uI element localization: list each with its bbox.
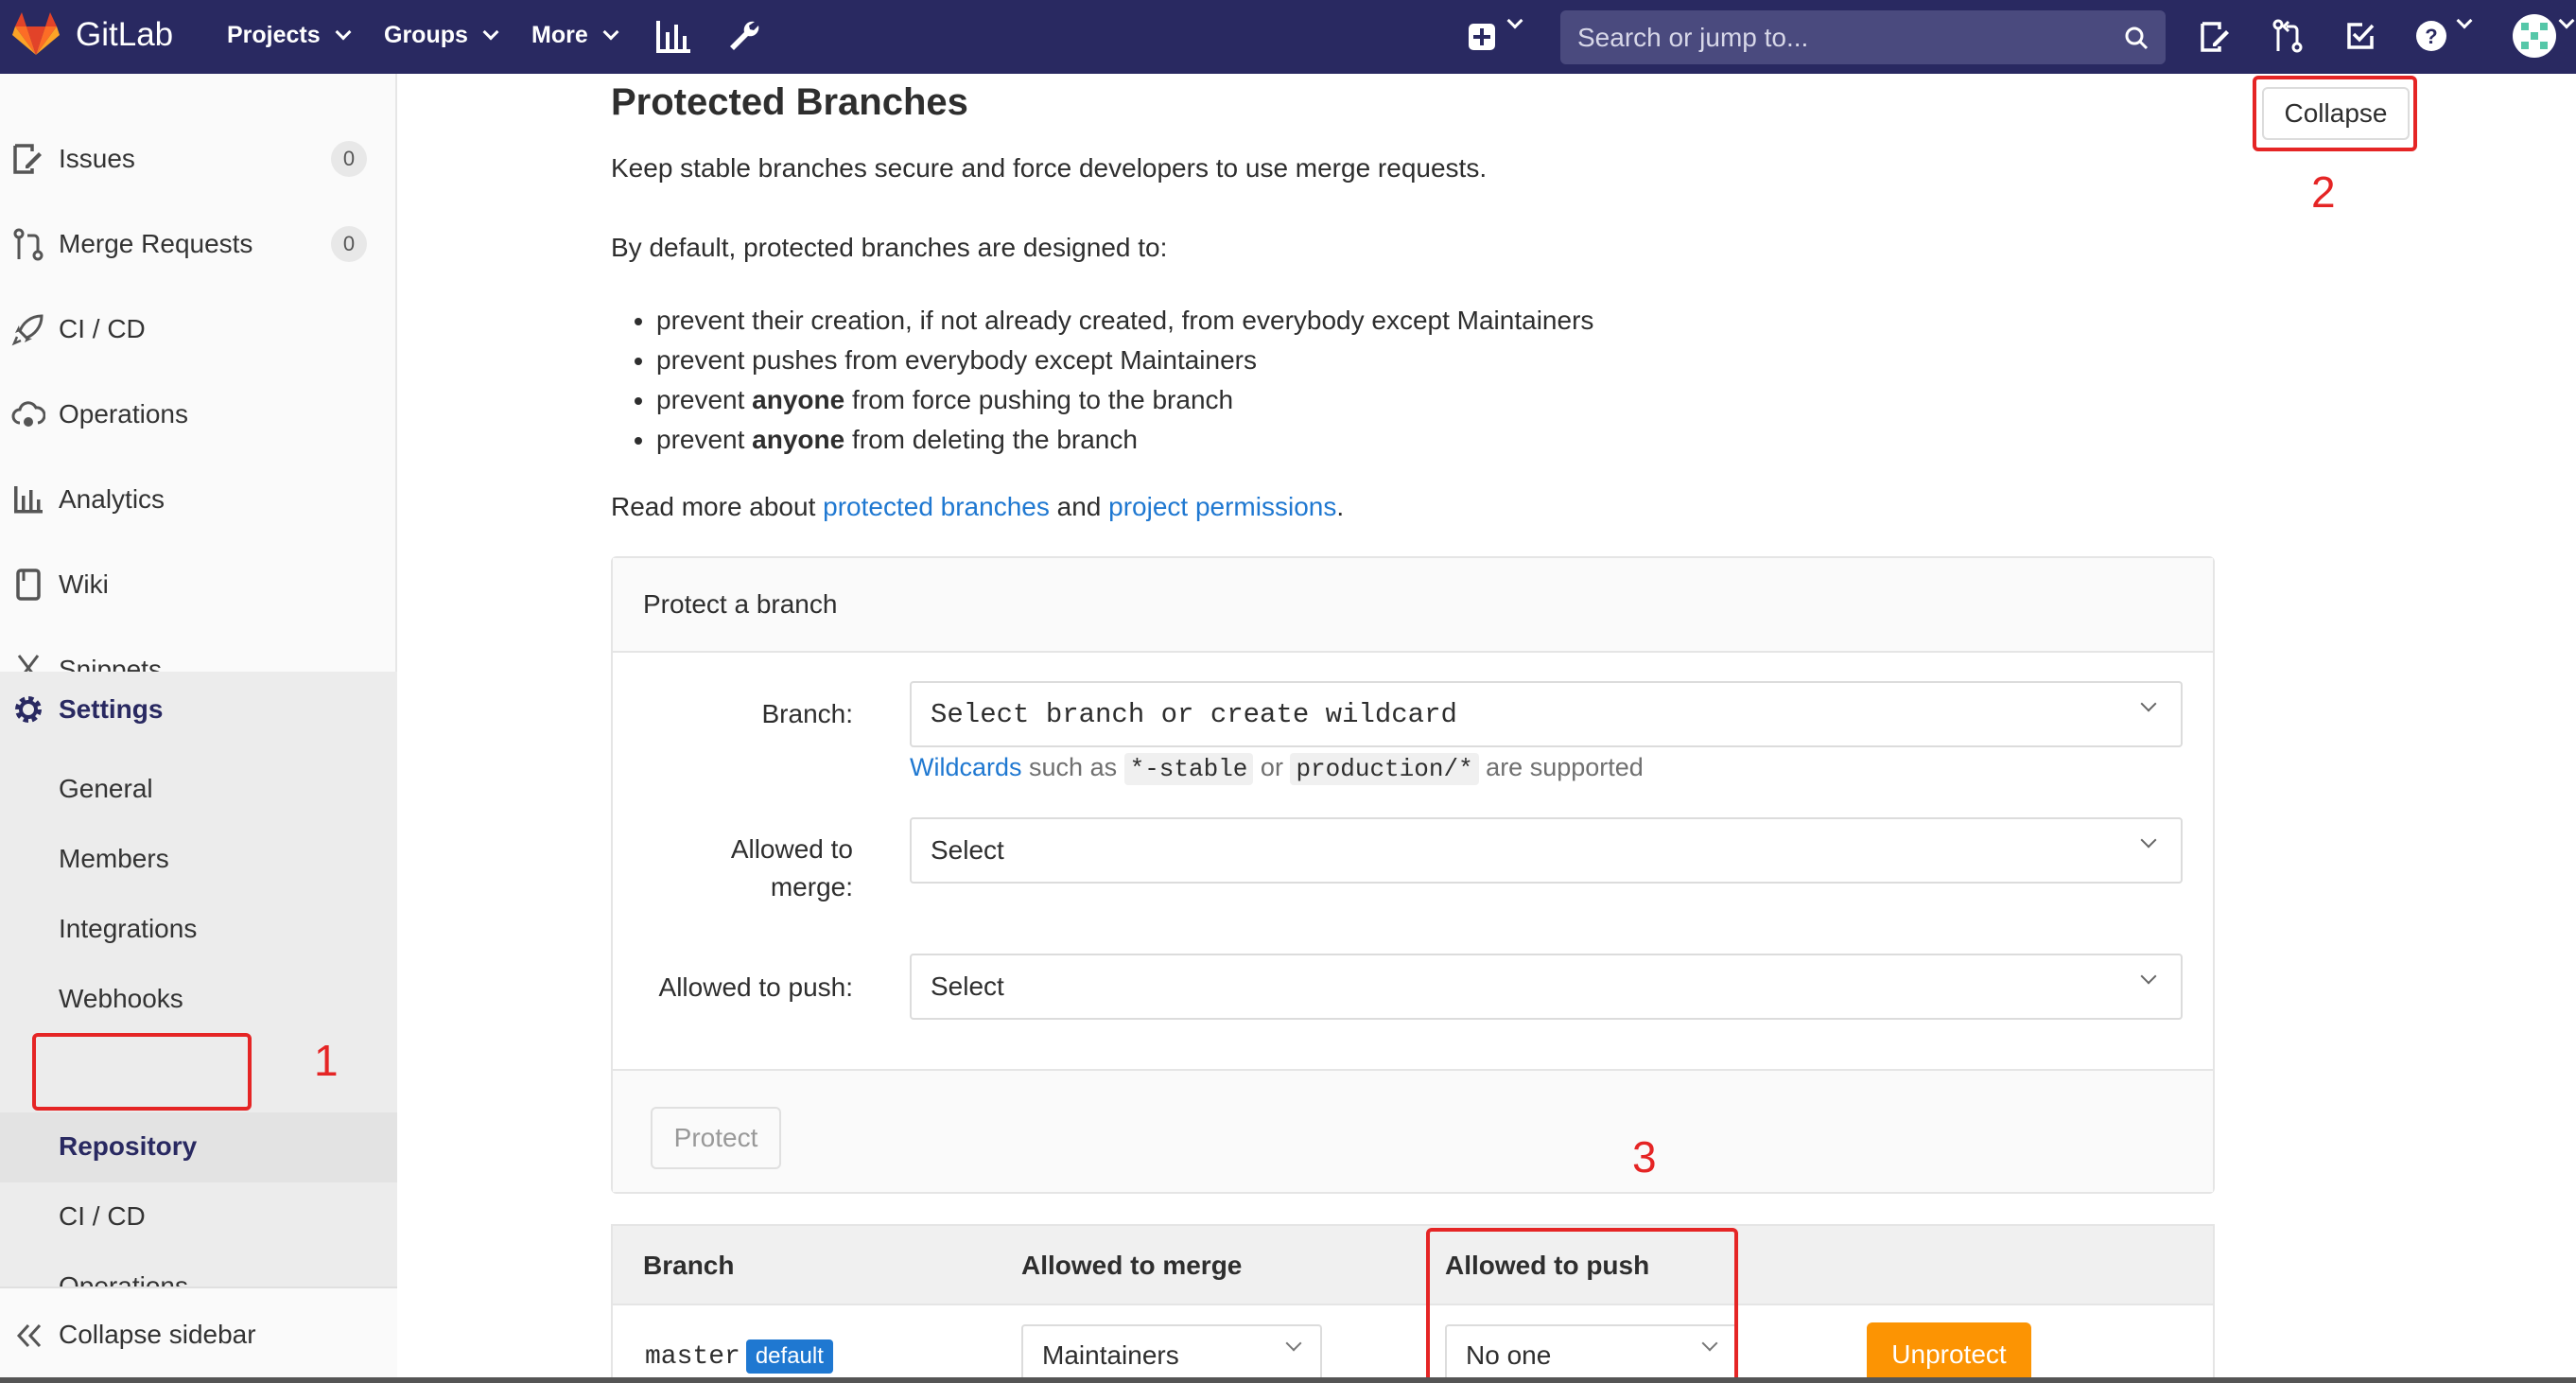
search-input[interactable] bbox=[1577, 22, 2107, 53]
sidebar-item-wiki[interactable]: Wiki bbox=[0, 547, 397, 622]
allowed-to-merge-select[interactable]: Select bbox=[910, 817, 2183, 884]
protection-rules-list: prevent their creation, if not already c… bbox=[656, 301, 1593, 460]
issues-icon bbox=[13, 144, 42, 174]
settings-webhooks-link[interactable]: Webhooks bbox=[59, 984, 183, 1014]
project-permissions-link[interactable]: project permissions bbox=[1108, 492, 1336, 521]
allowed-to-push-label: Allowed to push: bbox=[658, 972, 853, 1002]
collapse-sidebar-button[interactable]: Collapse sidebar bbox=[0, 1287, 397, 1381]
wildcard-hint: Wildcards such as *-stable or production… bbox=[910, 753, 1644, 785]
allowed-to-push-select[interactable]: Select bbox=[910, 954, 2183, 1020]
column-header-allowed-to-merge: Allowed to merge bbox=[1021, 1251, 1243, 1280]
row-allowed-to-merge-select[interactable]: Maintainers bbox=[1021, 1324, 1322, 1383]
chevron-down-icon bbox=[2140, 695, 2157, 712]
chevron-down-icon bbox=[482, 24, 499, 40]
chevron-down-icon bbox=[2558, 12, 2575, 29]
annotation-number-1: 1 bbox=[314, 1036, 339, 1085]
annotation-box-allowed-to-push bbox=[1426, 1228, 1738, 1383]
settings-repository-link[interactable]: Repository bbox=[59, 1131, 197, 1162]
activity-chart-icon[interactable] bbox=[654, 19, 692, 55]
column-header-branch: Branch bbox=[643, 1251, 735, 1280]
merge-request-icon bbox=[13, 228, 44, 261]
annotation-box-collapse bbox=[2253, 76, 2417, 151]
sidebar-item-operations[interactable]: Operations bbox=[0, 376, 397, 452]
annotation-box-repository bbox=[32, 1033, 252, 1111]
book-icon bbox=[16, 569, 41, 601]
sidebar-item-issues[interactable]: Issues 0 bbox=[0, 121, 397, 197]
page-title: Protected Branches bbox=[611, 81, 968, 123]
chevron-down-icon bbox=[2456, 12, 2473, 29]
chevron-down-icon bbox=[1285, 1335, 1302, 1352]
more-menu[interactable]: More bbox=[531, 22, 619, 49]
list-item: prevent pushes from everybody except Mai… bbox=[656, 341, 1593, 380]
branch-label: Branch: bbox=[761, 699, 854, 728]
help-icon[interactable]: ? bbox=[2415, 20, 2447, 52]
sidebar: Issues 0 Merge Requests 0 CI / CD Operat… bbox=[0, 74, 397, 1383]
chevron-down-icon bbox=[335, 24, 352, 40]
window-bottom-edge bbox=[0, 1377, 2576, 1383]
todos-nav-icon[interactable] bbox=[2345, 21, 2376, 51]
allowed-to-merge-label: Allowed to merge: bbox=[730, 834, 853, 902]
protected-branches-link[interactable]: protected branches bbox=[823, 492, 1050, 521]
projects-menu[interactable]: Projects bbox=[227, 22, 352, 49]
top-navbar: GitLab Projects Groups More ? bbox=[0, 0, 2576, 74]
user-dropdown-chevron[interactable] bbox=[2553, 12, 2575, 29]
gear-icon bbox=[15, 696, 42, 723]
branch-select[interactable]: Select branch or create wildcard bbox=[910, 681, 2183, 747]
card-footer bbox=[613, 1069, 2213, 1192]
protect-button[interactable]: Protect bbox=[651, 1107, 781, 1169]
annotation-number-3: 3 bbox=[1632, 1132, 1657, 1182]
search-box[interactable] bbox=[1560, 10, 2166, 64]
analytics-chart-icon bbox=[14, 486, 43, 514]
chevron-down-icon bbox=[1506, 12, 1523, 29]
sidebar-item-merge-requests[interactable]: Merge Requests 0 bbox=[0, 206, 397, 282]
chevron-down-icon bbox=[2140, 832, 2157, 849]
table-row: master default bbox=[645, 1339, 833, 1374]
sidebar-item-ci-cd[interactable]: CI / CD bbox=[0, 291, 397, 367]
unprotect-button[interactable]: Unprotect bbox=[1867, 1322, 2031, 1383]
sidebar-item-settings[interactable]: Settings bbox=[0, 672, 397, 747]
list-item: prevent anyone from force pushing to the… bbox=[656, 380, 1593, 420]
chevron-down-icon bbox=[602, 24, 619, 40]
read-more-text: Read more about protected branches and p… bbox=[611, 492, 1345, 521]
list-item: prevent anyone from deleting the branch bbox=[656, 420, 1593, 460]
issues-nav-icon[interactable] bbox=[2200, 21, 2230, 53]
rocket-icon bbox=[11, 314, 44, 346]
settings-integrations-link[interactable]: Integrations bbox=[59, 914, 197, 944]
cloud-gear-icon bbox=[11, 401, 45, 427]
settings-members-link[interactable]: Members bbox=[59, 844, 169, 874]
svg-text:?: ? bbox=[2425, 25, 2437, 48]
settings-section: Settings General Members Integrations We… bbox=[0, 672, 397, 1339]
settings-general-link[interactable]: General bbox=[59, 774, 153, 804]
admin-wrench-icon[interactable] bbox=[726, 18, 762, 54]
issues-count-badge: 0 bbox=[331, 141, 367, 177]
list-item: prevent their creation, if not already c… bbox=[656, 301, 1593, 341]
annotation-number-2: 2 bbox=[2311, 167, 2336, 217]
sidebar-item-analytics[interactable]: Analytics bbox=[0, 462, 397, 537]
plus-square-icon[interactable] bbox=[1468, 23, 1496, 51]
settings-ci-cd-link[interactable]: CI / CD bbox=[59, 1201, 146, 1232]
new-dropdown-chevron[interactable] bbox=[1502, 12, 1523, 29]
intro-text: Keep stable branches secure and force de… bbox=[611, 153, 1488, 183]
groups-menu[interactable]: Groups bbox=[384, 22, 499, 49]
branch-name: master bbox=[645, 1342, 740, 1372]
brand-name[interactable]: GitLab bbox=[76, 16, 173, 54]
chevron-down-icon bbox=[2140, 968, 2157, 985]
table-header: Branch Allowed to merge Allowed to push bbox=[613, 1226, 2213, 1305]
help-dropdown-chevron[interactable] bbox=[2451, 12, 2473, 29]
wildcards-link[interactable]: Wildcards bbox=[910, 753, 1022, 781]
merge-requests-count-badge: 0 bbox=[331, 226, 367, 262]
double-chevron-left-icon bbox=[16, 1323, 42, 1348]
default-badge: default bbox=[745, 1339, 833, 1374]
default-intro-text: By default, protected branches are desig… bbox=[611, 233, 1168, 262]
card-title: Protect a branch bbox=[613, 558, 2213, 653]
gitlab-logo-icon[interactable] bbox=[9, 8, 62, 61]
merge-requests-nav-icon[interactable] bbox=[2271, 19, 2304, 53]
user-avatar[interactable] bbox=[2512, 13, 2557, 59]
search-icon bbox=[2125, 26, 2149, 50]
